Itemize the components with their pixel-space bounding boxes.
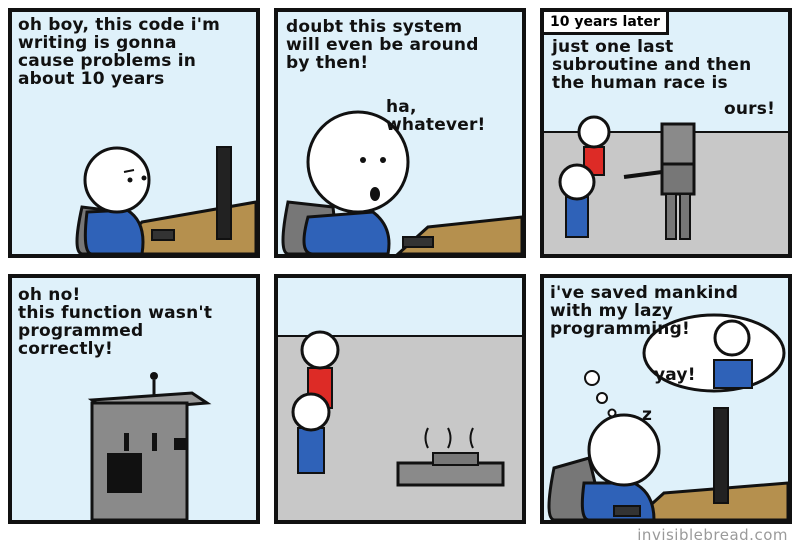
panel-1-caption: oh boy, this code i'm writing is gonna c… — [18, 15, 221, 89]
comic-panel-4: oh no! this function wasn't programmed c… — [8, 274, 260, 524]
panel-4-caption: oh no! this function wasn't programmed c… — [18, 285, 213, 359]
comic-panel-2: doubt this system will even be around by… — [274, 8, 526, 258]
panel-6-caption: i've saved mankind with my lazy programm… — [550, 283, 739, 339]
panel-6-snore: z — [642, 405, 653, 425]
panel-5-art — [278, 330, 522, 520]
comic-panel-5 — [274, 274, 526, 524]
comic-panel-3: 10 years later just one last subroutine … — [540, 8, 792, 258]
comic-panel-6: i've saved mankind with my lazy programm… — [540, 274, 792, 524]
panel-3-caption: just one last subroutine and then the hu… — [552, 37, 752, 93]
panel-3-aside: ours! — [724, 99, 776, 119]
panel-3-time-tag: 10 years later — [544, 12, 669, 35]
comic-panel-1: oh boy, this code i'm writing is gonna c… — [8, 8, 260, 258]
panel-2-aside: ha, whatever! — [386, 97, 486, 135]
credit-text: invisiblebread.com — [637, 526, 788, 544]
panel-6-aside: yay! — [654, 365, 696, 385]
panel-2-caption: doubt this system will even be around by… — [286, 17, 479, 73]
